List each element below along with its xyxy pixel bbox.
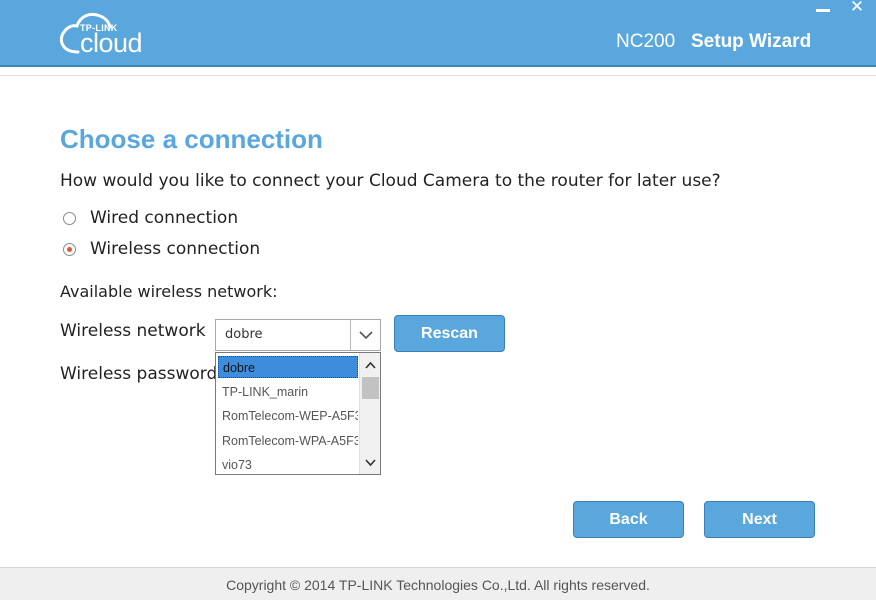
close-button[interactable]: ✕ [848, 0, 866, 16]
network-option[interactable]: dobre [218, 356, 358, 378]
wireless-network-select[interactable]: dobre [215, 319, 381, 351]
wireless-network-label: Wireless network [60, 321, 206, 341]
wizard-title: Setup Wizard [691, 31, 812, 52]
network-option[interactable]: vio73 [218, 454, 358, 474]
footer-bar: Copyright © 2014 TP-LINK Technologies Co… [0, 567, 876, 600]
next-button[interactable]: Next [704, 501, 815, 538]
page-title: Choose a connection [60, 124, 323, 154]
minimize-button[interactable] [814, 1, 832, 15]
rescan-button[interactable]: Rescan [394, 315, 505, 352]
wired-label: Wired connection [90, 208, 239, 228]
scrollbar-thumb[interactable] [362, 377, 379, 399]
close-icon: ✕ [849, 0, 865, 17]
scroll-down-arrow-icon[interactable] [363, 454, 378, 471]
available-networks-label: Available wireless network: [60, 282, 278, 301]
select-divider [350, 320, 351, 350]
copyright-text: Copyright © 2014 TP-LINK Technologies Co… [226, 577, 650, 593]
back-button[interactable]: Back [573, 501, 684, 538]
camera-model: NC200 [616, 31, 676, 52]
scroll-up-arrow-icon[interactable] [363, 357, 378, 374]
wireless-radio[interactable] [63, 242, 76, 256]
connection-question: How would you like to connect your Cloud… [60, 171, 721, 191]
wireless-connection-option[interactable]: Wireless connection [63, 238, 260, 260]
network-option[interactable]: RomTelecom-WPA-A5F3 [218, 430, 358, 452]
header-spacer [0, 67, 876, 76]
wired-radio[interactable] [63, 211, 76, 225]
wireless-label: Wireless connection [90, 239, 261, 259]
tp-link-cloud-logo: TP-LINK cloud [56, 10, 166, 58]
minimize-icon [816, 9, 830, 12]
network-dropdown-list[interactable]: dobre TP-LINK_marin RomTelecom-WEP-A5F3 … [215, 352, 381, 475]
chevron-down-icon[interactable] [357, 327, 375, 343]
network-option[interactable]: TP-LINK_marin [218, 381, 358, 403]
header-bar: TP-LINK cloud NC200 Setup Wizard ✕ [0, 0, 876, 65]
wireless-password-label: Wireless password [60, 364, 218, 384]
dropdown-scrollbar[interactable] [359, 353, 380, 474]
network-option[interactable]: RomTelecom-WEP-A5F3 [218, 405, 358, 427]
logo-wordmark: cloud [80, 28, 143, 58]
wired-connection-option[interactable]: Wired connection [63, 207, 238, 229]
selected-network-value: dobre [225, 327, 263, 342]
